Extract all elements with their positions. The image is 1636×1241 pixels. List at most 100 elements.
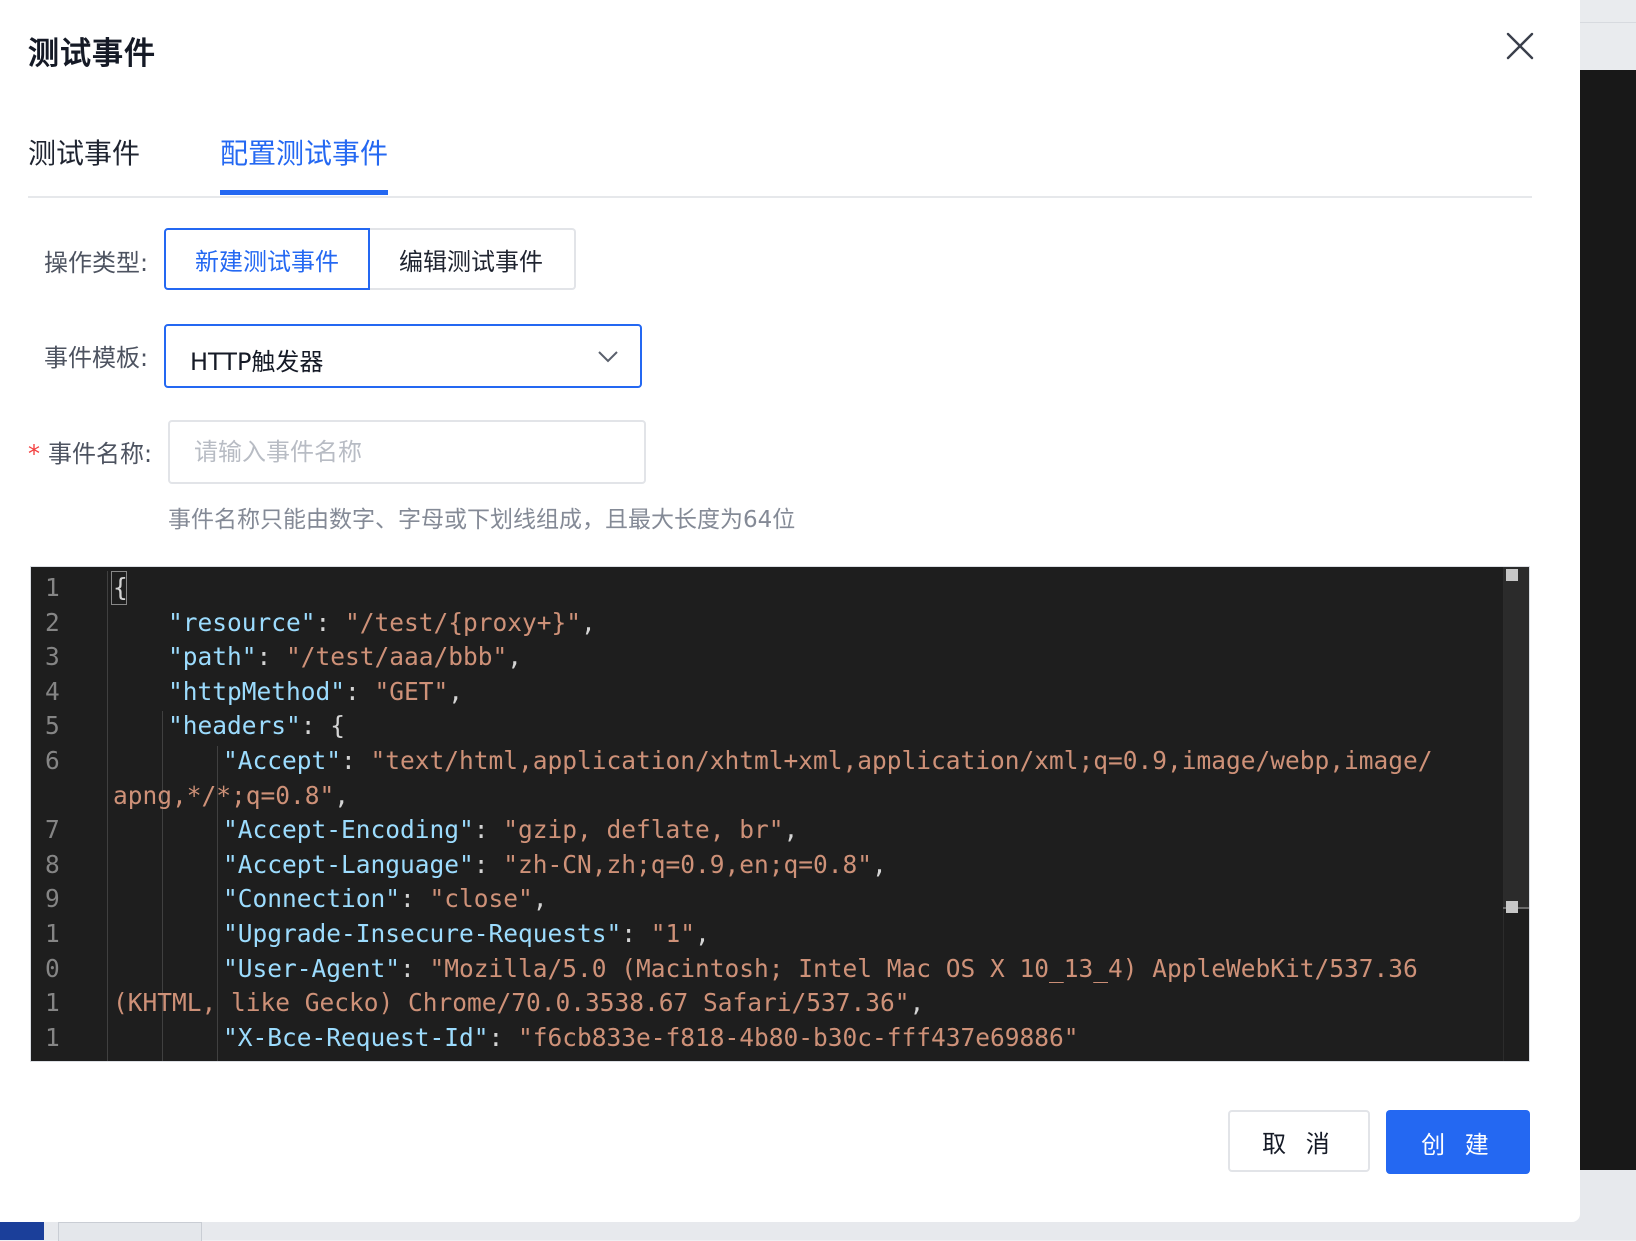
code-line: "httpMethod": "GET",: [168, 677, 463, 706]
json-punct: :: [473, 849, 504, 879]
modal-tabs: 测试事件 配置测试事件: [28, 120, 1532, 198]
json-string: "/test/aaa/bbb": [286, 642, 508, 672]
editor-scrollbar[interactable]: [1503, 567, 1529, 1061]
event-template-label: 事件模板:: [44, 344, 149, 372]
line-number: 2: [45, 607, 60, 637]
active-tab-indicator: [220, 190, 388, 195]
json-key: "Accept": [223, 746, 342, 775]
code-line: "Connection": "close",: [223, 884, 548, 913]
json-punct: ,: [695, 919, 710, 948]
modal-title: 测试事件: [28, 36, 156, 72]
line-number: 7: [45, 815, 60, 845]
json-key: "X-Bce-Request-Id": [223, 1022, 489, 1052]
json-punct: :: [315, 607, 346, 637]
backdrop-tab: [58, 1222, 202, 1241]
code-line: "resource": "/test/{proxy+}",: [168, 608, 596, 637]
code-line: "Upgrade-Insecure-Requests": "1",: [223, 919, 710, 948]
event-name-hint: 事件名称只能由数字、字母或下划线组成，且最大长度为64位: [168, 507, 796, 533]
line-number: 1: [45, 1022, 60, 1052]
code-line: (KHTML, like Gecko) Chrome/70.0.3538.67 …: [113, 988, 924, 1017]
indent-guide: [107, 571, 108, 1061]
event-name-input[interactable]: [168, 420, 646, 484]
code-line: "headers": {: [168, 711, 345, 740]
tab-configure-test-event[interactable]: 配置测试事件: [220, 132, 388, 172]
json-key: "Connection": [223, 884, 401, 914]
line-number: 4: [45, 676, 60, 706]
code-line: {: [113, 573, 128, 602]
json-punct: :: [621, 919, 651, 948]
json-string: "close": [429, 884, 533, 914]
new-test-event-option[interactable]: 新建测试事件: [164, 228, 370, 290]
json-string: "zh-CN,zh;q=0.9,en;q=0.8": [503, 849, 873, 879]
json-punct: :: [473, 815, 504, 845]
json-key: "httpMethod": [168, 676, 346, 706]
cancel-button[interactable]: 取 消: [1228, 1110, 1370, 1172]
line-number: 5: [45, 711, 60, 741]
json-punct: ,: [581, 607, 596, 637]
json-key: "path": [168, 642, 257, 672]
code-line: "Accept": "text/html,application/xhtml+x…: [223, 746, 1433, 775]
event-json-editor[interactable]: 1 {2 "resource": "/test/{proxy+}", 3 "path":…: [30, 566, 1530, 1062]
line-number: 1: [45, 919, 60, 948]
json-punct: ,: [872, 849, 887, 879]
line-number: 3: [45, 642, 60, 672]
line-number: 0: [45, 953, 60, 983]
json-punct: ,: [448, 676, 464, 706]
chevron-down-icon: [596, 346, 620, 366]
json-punct: ,: [783, 815, 799, 845]
json-punct: ,: [334, 780, 350, 810]
create-button[interactable]: 创 建: [1386, 1110, 1530, 1174]
line-number: 6: [45, 746, 60, 775]
edit-test-event-option[interactable]: 编辑测试事件: [368, 228, 576, 290]
json-punct: ,: [909, 988, 925, 1018]
json-punct: {: [113, 573, 128, 602]
json-key: "User-Agent": [223, 953, 401, 983]
json-string: "GET": [374, 676, 449, 706]
event-template-value: HTTP触发器: [190, 348, 324, 376]
json-string: "gzip, deflate, br": [503, 815, 784, 845]
backdrop-divider: [1580, 22, 1636, 23]
code-line: apng,*/*;q=0.8",: [113, 781, 349, 810]
json-string: "Mozilla/5.0 (Macintosh; Intel Mac OS X …: [429, 953, 1418, 983]
json-key: "Upgrade-Insecure-Requests": [223, 919, 622, 948]
code-line: "User-Agent": "Mozilla/5.0 (Macintosh; I…: [223, 954, 1418, 983]
event-name-label-text: 事件名称:: [48, 440, 153, 468]
json-string: (KHTML, like Gecko) Chrome/70.0.3538.67 …: [113, 988, 910, 1018]
json-string: "f6cb833e-f818-4b80-b30c-fff437e69886": [518, 1022, 1079, 1052]
code-line: "Accept-Language": "zh-CN,zh;q=0.9,en;q=…: [223, 850, 887, 879]
json-punct: :: [345, 676, 375, 706]
close-icon[interactable]: [1502, 28, 1538, 64]
line-number: 8: [45, 849, 60, 879]
json-key: "headers": [168, 711, 301, 741]
json-string: "/test/{proxy+}": [345, 607, 582, 637]
tab-test-event[interactable]: 测试事件: [28, 132, 140, 172]
code-line: "path": "/test/aaa/bbb",: [168, 642, 522, 671]
required-mark: *: [28, 440, 40, 468]
event-name-label: * 事件名称:: [28, 434, 152, 469]
json-key: "Accept-Encoding": [223, 815, 474, 845]
backdrop-nav-block: [0, 1222, 44, 1240]
json-punct: :: [400, 884, 430, 914]
operation-type-label: 操作类型:: [44, 249, 149, 277]
json-punct: ,: [507, 642, 523, 672]
scroll-marker: [1506, 901, 1518, 913]
json-punct: :: [256, 642, 287, 672]
line-number: 1: [45, 573, 60, 602]
event-template-select[interactable]: HTTP触发器: [164, 324, 642, 388]
code-line: "X-Bce-Request-Id": "f6cb833e-f818-4b80-…: [223, 1023, 1079, 1052]
scroll-marker: [1506, 569, 1518, 581]
json-string: apng,*/*;q=0.8": [113, 780, 335, 810]
json-key: "resource": [168, 607, 316, 637]
test-event-modal: 测试事件 测试事件 配置测试事件 操作类型: 新建测试事件 编辑测试事件 事件模…: [0, 0, 1580, 1222]
json-string: "1": [650, 919, 696, 948]
json-punct: :: [341, 746, 371, 775]
json-punct: :: [488, 1022, 519, 1052]
json-string: "text/html,application/xhtml+xml,applica…: [370, 746, 1433, 775]
json-punct: : {: [300, 711, 346, 741]
json-punct: ,: [532, 884, 548, 914]
line-number: 1: [45, 988, 60, 1018]
line-number: 9: [45, 884, 60, 914]
code-line: "Accept-Encoding": "gzip, deflate, br",: [223, 815, 798, 844]
json-punct: :: [400, 953, 430, 983]
json-key: "Accept-Language": [223, 849, 474, 879]
